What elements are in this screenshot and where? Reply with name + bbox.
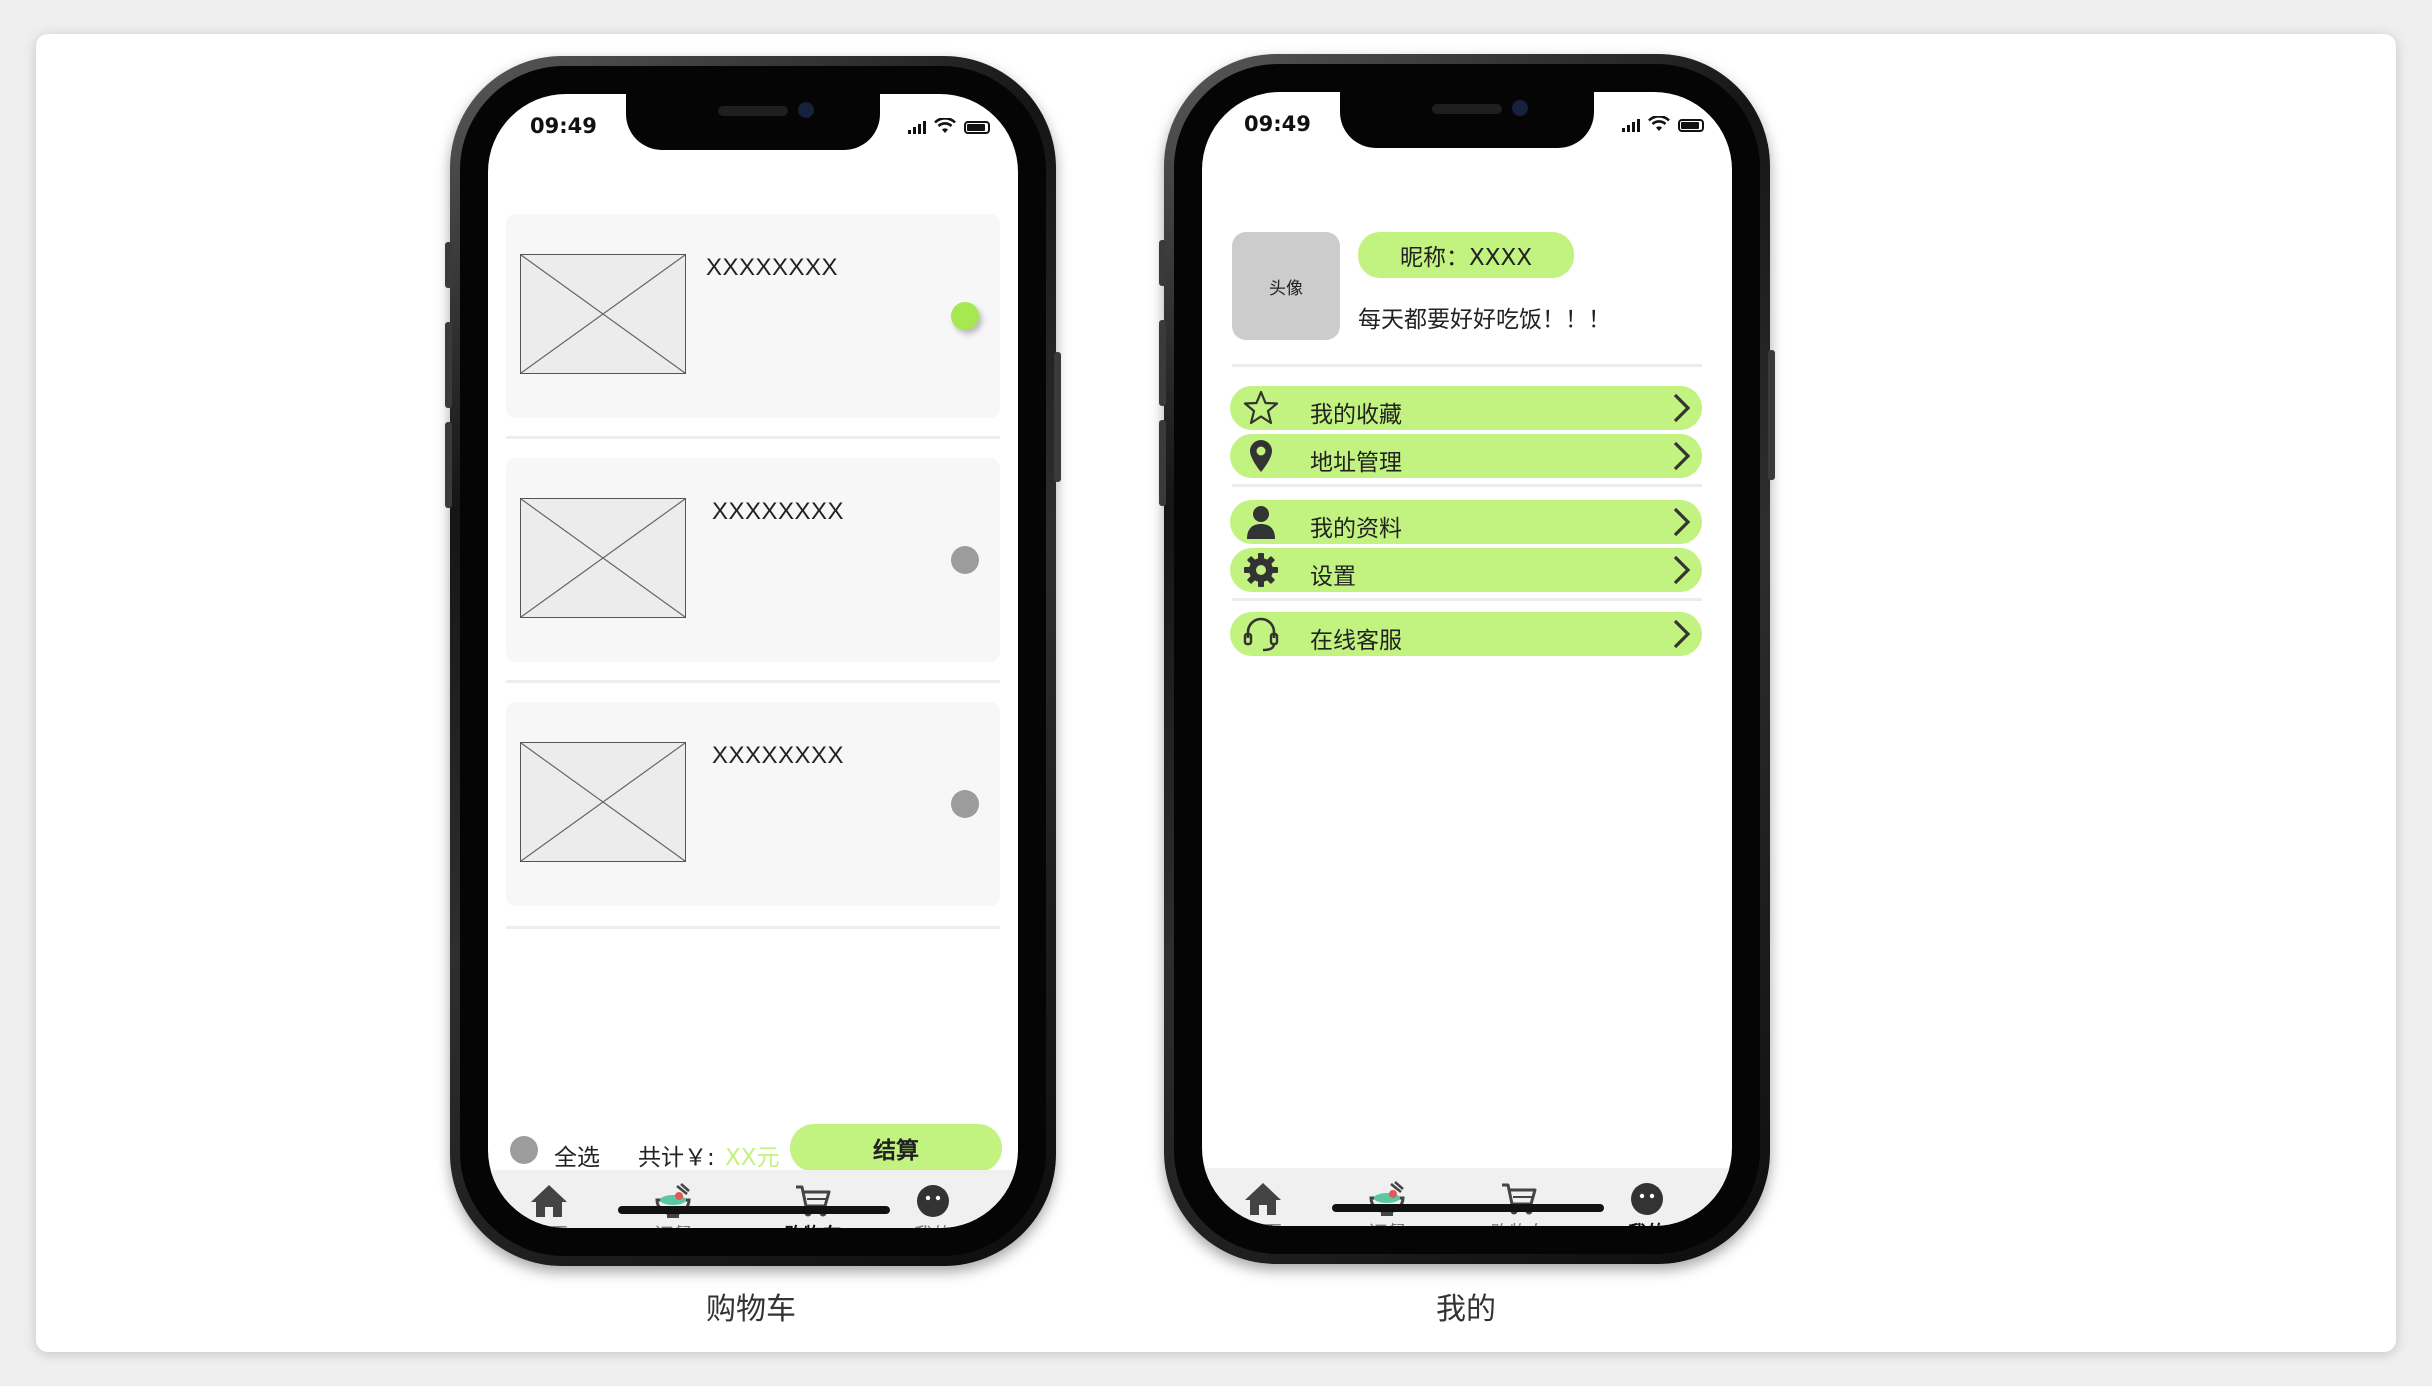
chevron-right-icon bbox=[1673, 507, 1691, 537]
total-label: 共计￥: bbox=[638, 1145, 715, 1171]
menu-item-support[interactable]: 在线客服 bbox=[1230, 612, 1702, 656]
phone-cart: 09:49 XXXXXXXX XXXXXXXX XXXXXXXX 全选 共计￥:… bbox=[445, 56, 1061, 1266]
product-image-placeholder bbox=[520, 742, 686, 862]
headset-icon bbox=[1243, 617, 1279, 652]
product-image-placeholder bbox=[520, 254, 686, 374]
tab-home[interactable]: 首页 bbox=[1218, 1180, 1308, 1226]
divider bbox=[1232, 364, 1702, 367]
divider bbox=[1232, 598, 1702, 601]
tab-label: 首页 bbox=[1244, 1218, 1282, 1226]
tab-cart[interactable]: 购物车 bbox=[768, 1182, 858, 1228]
user-circle-icon bbox=[917, 1185, 949, 1217]
chevron-right-icon bbox=[1673, 441, 1691, 471]
nickname-badge: 昵称：XXXX bbox=[1358, 232, 1574, 278]
menu-label: 地址管理 bbox=[1310, 450, 1402, 476]
notch bbox=[1340, 92, 1594, 148]
chevron-right-icon bbox=[1673, 393, 1691, 423]
home-icon bbox=[531, 1185, 567, 1217]
product-name: XXXXXXXX bbox=[712, 498, 845, 525]
tab-label: 首页 bbox=[530, 1220, 568, 1228]
battery-icon bbox=[1678, 119, 1704, 132]
divider bbox=[1232, 484, 1702, 487]
gear-icon bbox=[1244, 553, 1278, 587]
home-icon bbox=[1245, 1183, 1281, 1215]
product-name: XXXXXXXX bbox=[712, 742, 845, 769]
tab-order[interactable]: 订餐 bbox=[628, 1182, 718, 1228]
tab-home[interactable]: 首页 bbox=[504, 1182, 594, 1228]
total-value: XX元 bbox=[725, 1145, 780, 1171]
wifi-icon bbox=[934, 118, 956, 133]
battery-icon bbox=[964, 121, 990, 134]
divider bbox=[506, 926, 1000, 929]
menu-item-favorites[interactable]: 我的收藏 bbox=[1230, 386, 1702, 430]
caption-profile: 我的 bbox=[1436, 1292, 1496, 1327]
menu-item-profile[interactable]: 我的资料 bbox=[1230, 500, 1702, 544]
cart-screen: 09:49 XXXXXXXX XXXXXXXX XXXXXXXX 全选 共计￥:… bbox=[488, 94, 1018, 1228]
select-all-label[interactable]: 全选 bbox=[554, 1138, 600, 1172]
user-circle-icon bbox=[1631, 1183, 1663, 1215]
notch bbox=[626, 94, 880, 150]
divider bbox=[506, 680, 1000, 683]
tab-mine[interactable]: 我的 bbox=[888, 1182, 978, 1228]
food-bowl-icon bbox=[1369, 1181, 1405, 1216]
food-bowl-icon bbox=[655, 1183, 691, 1218]
menu-label: 我的收藏 bbox=[1310, 402, 1402, 428]
cart-footer: 全选 共计￥: XX元 结算 bbox=[488, 1124, 1018, 1174]
product-name: XXXXXXXX bbox=[706, 254, 839, 281]
cart-item[interactable]: XXXXXXXX bbox=[506, 458, 1000, 662]
tab-bar: 首页 订餐 购物车 我的 bbox=[1202, 1168, 1732, 1226]
chevron-right-icon bbox=[1673, 619, 1691, 649]
item-select-radio[interactable] bbox=[951, 546, 979, 574]
caption-cart: 购物车 bbox=[706, 1292, 796, 1327]
tab-label: 购物车 bbox=[1490, 1218, 1547, 1226]
status-time: 09:49 bbox=[1244, 112, 1311, 136]
wifi-icon bbox=[1648, 116, 1670, 131]
home-indicator bbox=[1332, 1204, 1604, 1212]
tab-mine[interactable]: 我的 bbox=[1602, 1180, 1692, 1226]
profile-motto: 每天都要好好吃饭！！！ bbox=[1358, 307, 1611, 333]
tab-label: 我的 bbox=[1628, 1218, 1666, 1226]
product-image-placeholder bbox=[520, 498, 686, 618]
menu-label: 在线客服 bbox=[1310, 628, 1402, 654]
menu-label: 设置 bbox=[1310, 564, 1356, 590]
signal-icon bbox=[908, 120, 926, 134]
tab-label: 订餐 bbox=[654, 1220, 692, 1228]
cart-item[interactable]: XXXXXXXX bbox=[506, 702, 1000, 906]
avatar[interactable]: 头像 bbox=[1232, 232, 1340, 340]
menu-label: 我的资料 bbox=[1310, 516, 1402, 542]
tab-bar: 首页 订餐 购物车 我的 bbox=[488, 1170, 1018, 1228]
status-icons bbox=[1622, 114, 1704, 132]
chevron-right-icon bbox=[1673, 555, 1691, 585]
menu-item-address[interactable]: 地址管理 bbox=[1230, 434, 1702, 478]
select-all-radio[interactable] bbox=[510, 1136, 538, 1164]
cart-item[interactable]: XXXXXXXX bbox=[506, 214, 1000, 418]
home-indicator bbox=[618, 1206, 890, 1214]
canvas-board: 09:49 XXXXXXXX XXXXXXXX XXXXXXXX 全选 共计￥:… bbox=[36, 34, 2396, 1352]
profile-screen: 09:49 头像 昵称：XXXX 每天都要好好吃饭！！！ 我的收藏 地址管理 我… bbox=[1202, 92, 1732, 1226]
cart-icon bbox=[796, 1185, 831, 1217]
tab-order[interactable]: 订餐 bbox=[1342, 1180, 1432, 1226]
status-icons bbox=[908, 116, 990, 134]
phone-profile: 09:49 头像 昵称：XXXX 每天都要好好吃饭！！！ 我的收藏 地址管理 我… bbox=[1159, 54, 1775, 1264]
location-pin-icon bbox=[1250, 440, 1272, 472]
divider bbox=[506, 436, 1000, 439]
item-select-radio[interactable] bbox=[951, 302, 979, 330]
tab-label: 购物车 bbox=[784, 1220, 841, 1228]
star-icon bbox=[1243, 390, 1279, 425]
tab-label: 我的 bbox=[914, 1220, 952, 1228]
person-icon bbox=[1247, 506, 1275, 539]
signal-icon bbox=[1622, 118, 1640, 132]
status-time: 09:49 bbox=[530, 114, 597, 138]
checkout-button[interactable]: 结算 bbox=[790, 1124, 1002, 1172]
tab-label: 订餐 bbox=[1368, 1218, 1406, 1226]
tab-cart[interactable]: 购物车 bbox=[1474, 1180, 1564, 1226]
menu-item-settings[interactable]: 设置 bbox=[1230, 548, 1702, 592]
item-select-radio[interactable] bbox=[951, 790, 979, 818]
cart-icon bbox=[1502, 1183, 1537, 1215]
